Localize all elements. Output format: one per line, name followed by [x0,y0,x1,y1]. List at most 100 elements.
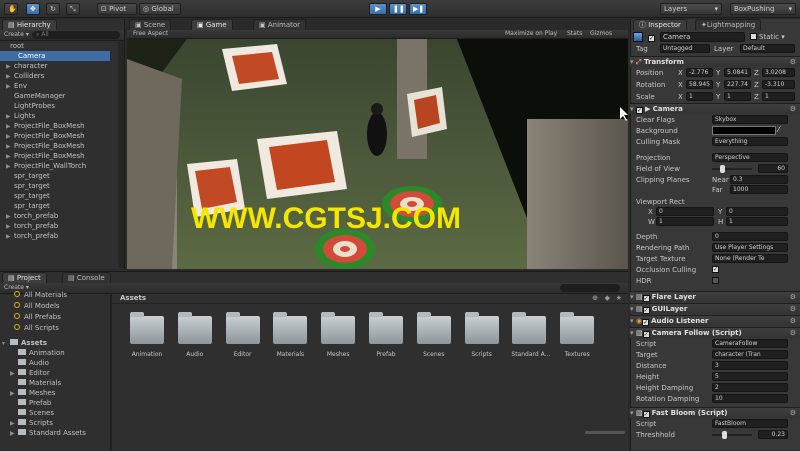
hierarchy-item[interactable]: root [2,41,24,51]
asset-folder[interactable]: Editor [225,312,261,358]
hierarchy-item[interactable]: Camera [0,51,110,61]
hierarchy-item[interactable]: ▶ Colliders [6,71,44,81]
object-name-field[interactable]: Camera [660,32,745,42]
project-search-input[interactable] [560,284,620,292]
fast-bloom-header[interactable]: ▾ ▧✓ Fast Bloom (Script) ⚙ [630,407,800,418]
scale-z-field[interactable]: 1 [762,92,795,101]
gear-icon[interactable]: ⚙ [790,408,796,418]
target-field[interactable]: character (Tran [712,350,788,359]
asset-tree-item[interactable]: ▶ Editor [10,368,50,378]
audio-enabled-checkbox[interactable]: ✓ [642,319,650,326]
hierarchy-item[interactable]: spr_target [6,191,50,201]
camera-follow-header[interactable]: ▾ ▧✓ Camera Follow (Script) ⚙ [630,327,800,338]
hierarchy-item[interactable]: spr_target [6,181,50,191]
hierarchy-item[interactable]: ▶ ProjectFile_BoxMesh [6,141,85,151]
threshold-field[interactable]: 0.23 [758,430,788,439]
guilayer-enabled-checkbox[interactable]: ✓ [642,307,650,314]
occlusion-culling-checkbox[interactable]: ✓ [712,266,719,273]
rendering-path-dropdown[interactable]: Use Player Settings [712,243,788,252]
gear-icon[interactable]: ⚙ [790,304,796,314]
asset-folder[interactable]: Prefab [368,312,404,358]
asset-folder[interactable]: Textures [559,312,595,358]
hierarchy-item[interactable]: ▶ Env [6,81,27,91]
tab-lightmapping[interactable]: ✦Lightmapping [695,19,762,30]
asset-folder[interactable]: Materials [272,312,308,358]
fov-slider-handle[interactable] [720,165,725,173]
viewport-y-field[interactable]: 0 [726,207,788,216]
culling-mask-dropdown[interactable]: Everything [712,137,788,146]
tab-game[interactable]: ▣ Game [191,19,233,30]
asset-tree-item[interactable]: ▶ Meshes [10,388,55,398]
assets-root-item[interactable]: ▾ Assets [2,338,47,348]
expand-arrow-icon[interactable]: ▶ [6,232,14,242]
hierarchy-item[interactable]: ▶ torch_prefab [6,221,58,231]
gear-icon[interactable]: ⚙ [790,292,796,302]
tab-console[interactable]: ▤ Console [62,272,111,283]
tab-project[interactable]: ▤ Project [2,272,47,283]
asset-tree-item[interactable]: Scenes [10,408,54,418]
asset-folder[interactable]: Animation [129,312,165,358]
gear-icon[interactable]: ⚙ [790,104,796,114]
tag-dropdown[interactable]: Untagged [660,44,710,53]
scale-y-field[interactable]: 1 [724,92,751,101]
step-button[interactable]: ▶❚ [409,3,427,15]
favorite-item[interactable]: All Materials [14,290,67,300]
hierarchy-scrollbar[interactable] [118,41,124,268]
bloom-enabled-checkbox[interactable]: ✓ [642,411,650,418]
gear-icon[interactable]: ⚙ [790,57,796,67]
gear-icon[interactable]: ⚙ [790,316,796,326]
viewport-x-field[interactable]: 0 [656,207,714,216]
favorite-item[interactable]: All Models [14,301,60,311]
height-damping-field[interactable]: 2 [712,383,788,392]
asset-tree-item[interactable]: Audio [10,358,49,368]
guilayer-header[interactable]: ▾ ▤✓ GUILayer ⚙ [630,303,800,314]
hand-tool-button[interactable]: ✋ [4,3,18,15]
far-field[interactable]: 1000 [730,185,788,194]
filter-icon[interactable]: ⊕ [592,293,598,304]
camera-enabled-checkbox[interactable]: ✓ [635,107,643,114]
expand-arrow-icon[interactable]: ▶ [10,429,18,439]
favorite-item[interactable]: All Prefabs [14,312,61,322]
breadcrumb-assets[interactable]: Assets [120,294,146,302]
label-icon[interactable]: ◆ [605,293,610,304]
hierarchy-item[interactable]: spr_target [6,201,50,211]
layer-dropdown[interactable]: Default [740,44,795,53]
hierarchy-item[interactable]: ▶ ProjectFile_WallTorch [6,161,86,171]
rotation-damping-field[interactable]: 10 [712,394,788,403]
gear-icon[interactable]: ⚙ [790,328,796,338]
fov-field[interactable]: 60 [758,164,788,173]
scale-x-field[interactable]: 1 [686,92,713,101]
follow-script-field[interactable]: CameraFollow [712,339,788,348]
gizmos-dropdown[interactable]: Gizmos [590,30,612,38]
height-field[interactable]: 5 [712,372,788,381]
tab-animator[interactable]: ▣ Animator [253,19,307,30]
stats-toggle[interactable]: Stats [567,30,582,38]
asset-tree-item[interactable]: ▶ Scripts [10,418,53,428]
move-tool-button[interactable]: ✥ [26,3,40,15]
rotation-z-field[interactable]: -3.310 [762,80,795,89]
asset-folder[interactable]: Meshes [320,312,356,358]
project-divider[interactable] [110,293,112,451]
threshold-slider-track[interactable] [712,434,752,436]
hierarchy-item[interactable]: ▶ torch_prefab [6,211,58,221]
asset-tree-item[interactable]: Materials [10,378,61,388]
pivot-toggle[interactable]: ⊡ Pivot [97,3,137,15]
scale-tool-button[interactable]: ⤡ [66,3,80,15]
tab-inspector[interactable]: ⓘ Inspector [633,19,687,30]
active-checkbox[interactable]: ✓ [648,35,655,42]
viewport-w-field[interactable]: 1 [656,217,714,226]
hierarchy-item[interactable]: GameManager [6,91,66,101]
rotation-y-field[interactable]: 227.74 [724,80,751,89]
pause-button[interactable]: ❚❚ [389,3,407,15]
asset-tree-item[interactable]: ▶ Standard Assets [10,428,86,438]
fov-slider-track[interactable] [712,168,752,170]
flare-layer-header[interactable]: ▾ ▤✓ Flare Layer ⚙ [630,291,800,302]
hierarchy-item[interactable]: ▶ Lights [6,111,35,121]
asset-folder[interactable]: Standard A... [511,312,550,358]
hierarchy-item[interactable]: ▶ ProjectFile_BoxMesh [6,151,85,161]
asset-tree-item[interactable]: Animation [10,348,65,358]
distance-field[interactable]: 3 [712,361,788,370]
viewport-h-field[interactable]: 1 [726,217,788,226]
background-color-swatch[interactable] [712,126,776,135]
asset-folder[interactable]: Scenes [416,312,452,358]
